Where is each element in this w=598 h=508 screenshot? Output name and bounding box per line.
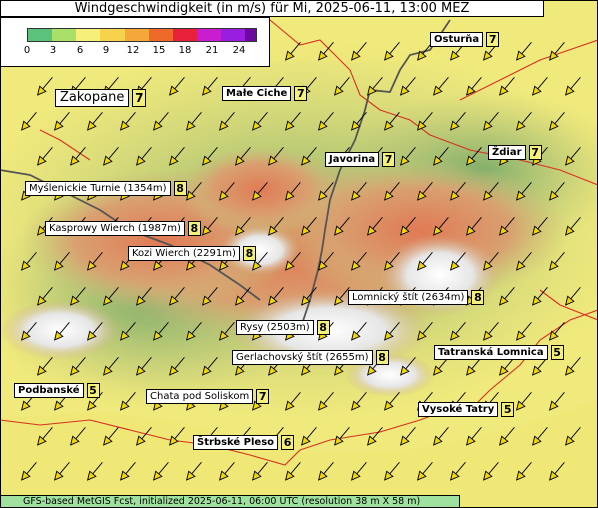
wind-speed-value: 5: [550, 345, 564, 360]
wind-speed-legend: 0 3 6 9 12 15 18 21 24: [0, 17, 270, 67]
wind-speed-value: 7: [132, 88, 147, 107]
place-name: Ždiar: [488, 145, 526, 160]
place-name: Kozi Wierch (2291m): [128, 246, 240, 261]
wind-speed-value: 8: [375, 350, 389, 365]
place-name: Kasprowy Wierch (1987m): [45, 221, 185, 236]
place-name: Štrbské Pleso: [193, 435, 279, 450]
place-label: Osturňa 7: [430, 32, 500, 47]
wind-speed-value: 8: [187, 221, 201, 236]
place-name: Lomnický štít (2634m): [348, 290, 469, 305]
wind-speed-value: 7: [294, 86, 308, 101]
map-title: Windgeschwindigkeit (in m/s) für Mi, 202…: [0, 0, 544, 17]
wind-speed-value: 8: [471, 290, 485, 305]
place-name: Zakopane: [55, 88, 130, 107]
terrain-map: [0, 0, 598, 508]
place-label: Vysoké Tatry 5: [418, 402, 515, 417]
place-name: Tatranská Lomnica: [434, 345, 548, 360]
wind-speed-value: 5: [501, 402, 515, 417]
model-info-footer: GFS-based MetGIS Fcst, initialized 2025-…: [0, 495, 460, 508]
legend-swatch: [52, 29, 77, 41]
legend-swatch: [76, 29, 101, 41]
wind-speed-value: 8: [173, 181, 187, 196]
place-label: Kasprowy Wierch (1987m) 8: [45, 221, 201, 236]
legend-tick-label: 12: [126, 45, 140, 56]
place-name: Małe Ciche: [222, 86, 292, 101]
legend-tick-label: 18: [178, 45, 192, 56]
place-label: Ždiar 7: [488, 145, 542, 160]
wind-speed-value: 7: [256, 389, 270, 404]
place-label: Małe Ciche 7: [222, 86, 308, 101]
place-label: Myślenickie Turnie (1354m) 8: [25, 181, 187, 196]
place-name: Vysoké Tatry: [418, 402, 499, 417]
legend-tick-label: 15: [152, 45, 166, 56]
legend-swatch: [100, 29, 125, 41]
place-name: Gerlachovský štít (2655m): [232, 350, 373, 365]
wind-speed-value: 8: [242, 246, 256, 261]
wind-speed-value: 7: [528, 145, 542, 160]
wind-speed-value: 6: [281, 435, 295, 450]
legend-tick-label: 24: [232, 45, 246, 56]
place-name: Podbanské: [14, 383, 84, 398]
wind-speed-value: 5: [86, 383, 100, 398]
legend-tick-label: 0: [23, 45, 31, 56]
legend-swatch: [245, 29, 256, 41]
legend-tick-label: 6: [76, 45, 84, 56]
wind-speed-value: 7: [382, 152, 396, 167]
legend-swatch: [28, 29, 53, 41]
place-label: Tatranská Lomnica 5: [434, 345, 564, 360]
place-label: Javorina 7: [325, 152, 396, 167]
place-label: Štrbské Pleso 6: [193, 435, 295, 450]
place-name: Rysy (2503m): [236, 320, 314, 335]
place-name: Javorina: [325, 152, 380, 167]
place-name: Myślenickie Turnie (1354m): [25, 181, 171, 196]
legend-tick-label: 3: [49, 45, 57, 56]
wind-speed-value: 7: [486, 32, 500, 47]
legend-color-bar: [27, 28, 257, 42]
legend-swatch: [148, 29, 173, 41]
legend-tick-label: 21: [205, 45, 219, 56]
legend-swatch: [124, 29, 149, 41]
legend-swatch: [221, 29, 246, 41]
legend-swatch: [172, 29, 197, 41]
place-name: Chata pod Soliskom: [146, 389, 254, 404]
wind-speed-value: 8: [316, 320, 330, 335]
place-label: Podbanské 5: [14, 383, 100, 398]
legend-swatch: [196, 29, 221, 41]
place-label: Kozi Wierch (2291m) 8: [128, 246, 256, 261]
place-label: Rysy (2503m) 8: [236, 320, 330, 335]
place-label: Lomnický štít (2634m) 8: [348, 290, 485, 305]
place-name: Osturňa: [430, 32, 484, 47]
place-label: Chata pod Soliskom 7: [146, 389, 270, 404]
legend-tick-label: 9: [102, 45, 110, 56]
place-label: Zakopane 7: [55, 88, 147, 107]
place-label: Gerlachovský štít (2655m) 8: [232, 350, 389, 365]
